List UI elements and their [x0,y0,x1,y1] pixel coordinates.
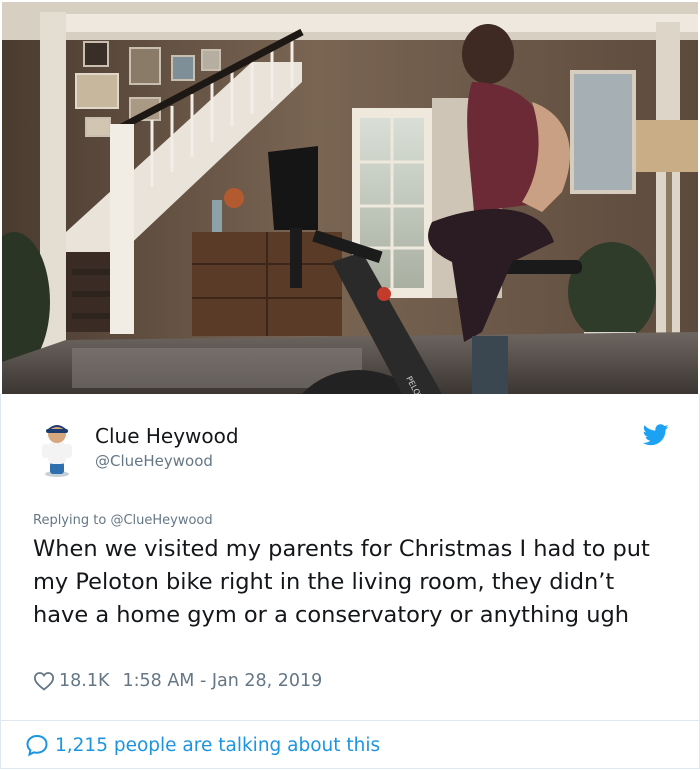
conversation-link[interactable]: 1,215 people are talking about this [25,732,380,758]
tweet-meta: 18.1K 1:58 AM - Jan 28, 2019 [33,668,322,694]
replying-to: Replying to @ClueHeywood [33,513,213,528]
replying-prefix: Replying to [33,513,107,528]
conversation-text: 1,215 people are talking about this [55,734,381,756]
replying-handle-link[interactable]: @ClueHeywood [110,513,212,528]
tweet-card: Clue Heywood @ClueHeywood Replying to @C… [0,394,700,769]
like-count[interactable]: 18.1K [59,671,109,691]
tweet-text: When we visited my parents for Christmas… [33,536,650,628]
avatar[interactable] [37,422,77,478]
tweet-photo[interactable]: PELOTON [2,2,698,394]
author-handle[interactable]: @ClueHeywood [95,452,213,470]
heart-icon[interactable] [33,671,55,691]
tweet-timestamp[interactable]: 1:58 AM - Jan 28, 2019 [122,671,322,691]
twitter-bird-icon[interactable] [643,424,669,446]
living-room-photo: PELOTON [2,2,698,394]
divider [1,720,699,721]
speech-bubble-icon [26,734,48,757]
author-name[interactable]: Clue Heywood [95,424,239,448]
